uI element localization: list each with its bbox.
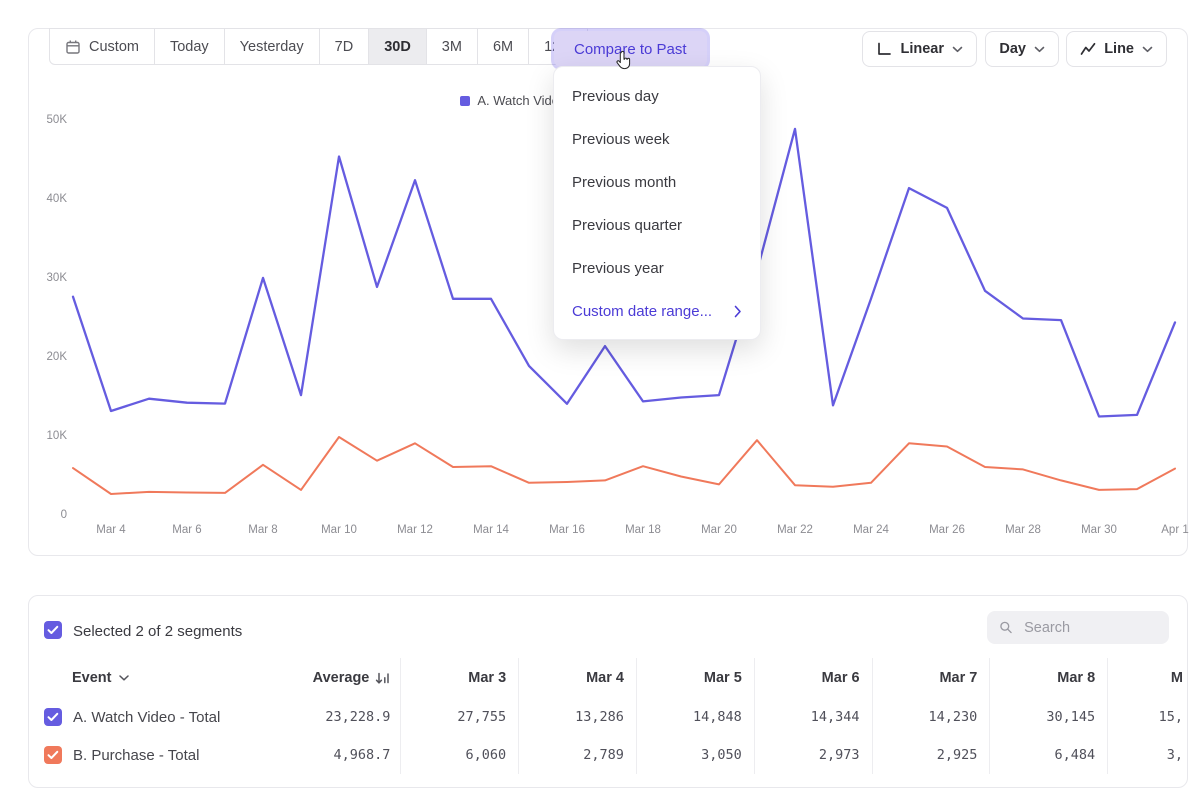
range-yesterday-button[interactable]: Yesterday	[224, 28, 320, 65]
menu-item-previous-week[interactable]: Previous week	[554, 118, 760, 161]
range-6m-button[interactable]: 6M	[477, 28, 529, 65]
range-label: Custom	[89, 39, 139, 55]
segment-label: A. Watch Video - Total	[73, 709, 220, 726]
check-icon	[47, 625, 59, 635]
range-today-button[interactable]: Today	[154, 28, 225, 65]
value-cell: 14,230	[872, 698, 990, 736]
menu-item-custom-date-range[interactable]: Custom date range...	[554, 290, 760, 333]
menu-item-previous-month[interactable]: Previous month	[554, 161, 760, 204]
value-cell: 6,060	[400, 736, 518, 774]
segment-label: B. Purchase - Total	[73, 747, 199, 764]
line-chart-icon	[1080, 41, 1096, 57]
date-column-header: Mar 6	[754, 658, 872, 698]
chevron-down-icon	[1034, 46, 1045, 53]
range-7d-button[interactable]: 7D	[319, 28, 370, 65]
select-all-checkbox[interactable]	[44, 621, 62, 639]
range-3m-button[interactable]: 3M	[426, 28, 478, 65]
sort-icon[interactable]	[375, 672, 390, 685]
insights-report: Custom Today Yesterday 7D 30D 3M 6M 12M …	[0, 0, 1200, 802]
range-custom-button[interactable]: Custom	[49, 28, 155, 65]
check-icon	[47, 750, 59, 760]
menu-item-previous-quarter[interactable]: Previous quarter	[554, 204, 760, 247]
chart-type-dropdown-button[interactable]: Line	[1066, 31, 1167, 67]
interval-label: Day	[999, 41, 1026, 57]
date-column-header-clipped: M	[1107, 658, 1187, 698]
chart-type-label: Line	[1104, 41, 1134, 57]
custom-date-range-label: Custom date range...	[572, 303, 712, 320]
date-column-header: Mar 7	[872, 658, 990, 698]
compare-menu: Previous day Previous week Previous mont…	[553, 66, 761, 340]
value-cell: 30,145	[989, 698, 1107, 736]
segments-card: Selected 2 of 2 segments Event Average	[28, 595, 1188, 788]
value-cell: 2,973	[754, 736, 872, 774]
scale-label: Linear	[900, 41, 944, 57]
selected-count-label: Selected 2 of 2 segments	[73, 623, 242, 640]
date-range-group: Custom Today Yesterday 7D 30D 3M 6M 12M	[49, 28, 588, 65]
row-checkbox[interactable]	[44, 746, 62, 764]
average-value: 23,228.9	[297, 709, 401, 725]
chevron-down-icon	[1142, 46, 1153, 53]
average-column-header[interactable]: Average	[297, 670, 401, 686]
menu-item-previous-day[interactable]: Previous day	[554, 75, 760, 118]
segments-header: Selected 2 of 2 segments	[29, 596, 1187, 658]
date-column-header: Mar 4	[518, 658, 636, 698]
calendar-icon	[65, 39, 81, 55]
value-cell: 27,755	[400, 698, 518, 736]
table-row-purchase[interactable]: B. Purchase - Total 4,968.7 6,060 2,789 …	[29, 736, 1187, 774]
value-cell-clipped: 15,	[1107, 698, 1187, 736]
interval-dropdown-button[interactable]: Day	[985, 31, 1059, 67]
value-cell: 2,925	[872, 736, 990, 774]
scale-dropdown-button[interactable]: Linear	[862, 31, 977, 67]
date-column-header: Mar 8	[989, 658, 1107, 698]
average-header-label: Average	[313, 670, 370, 686]
row-checkbox[interactable]	[44, 708, 62, 726]
value-cell: 13,286	[518, 698, 636, 736]
chevron-down-icon	[952, 46, 963, 53]
table-header-row: Event Average Mar 3 Mar 4 Mar 5 Mar 6 Ma…	[29, 658, 1187, 698]
value-cell: 14,848	[636, 698, 754, 736]
event-column-header[interactable]: Event	[29, 670, 297, 686]
search-icon	[999, 619, 1013, 636]
value-cell: 2,789	[518, 736, 636, 774]
search-box[interactable]	[987, 611, 1169, 644]
check-icon	[47, 712, 59, 722]
event-header-label: Event	[72, 670, 112, 686]
menu-item-previous-year[interactable]: Previous year	[554, 247, 760, 290]
date-column-header: Mar 3	[400, 658, 518, 698]
search-input[interactable]	[1022, 619, 1157, 637]
value-cell: 6,484	[989, 736, 1107, 774]
chevron-down-icon	[119, 675, 129, 681]
value-cell: 3,050	[636, 736, 754, 774]
value-cell: 14,344	[754, 698, 872, 736]
chevron-right-icon	[734, 305, 742, 318]
compare-to-past-button[interactable]: Compare to Past	[554, 31, 707, 67]
legend-swatch	[460, 96, 470, 106]
table-row-watch-video[interactable]: A. Watch Video - Total 23,228.9 27,755 1…	[29, 698, 1187, 736]
average-value: 4,968.7	[297, 747, 401, 763]
value-cell-clipped: 3,	[1107, 736, 1187, 774]
linear-scale-icon	[876, 41, 892, 57]
date-column-header: Mar 5	[636, 658, 754, 698]
range-30d-button[interactable]: 30D	[368, 28, 427, 65]
